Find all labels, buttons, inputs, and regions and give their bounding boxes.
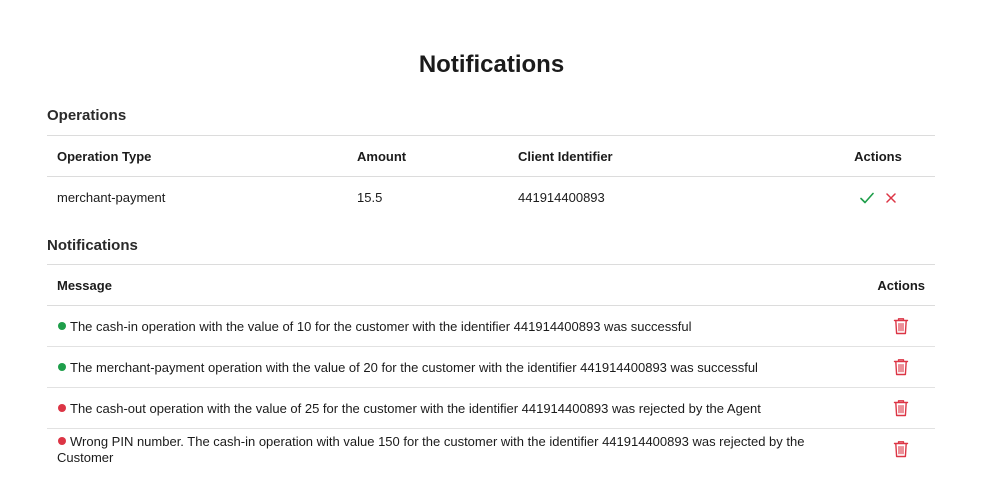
notification-message-cell: The cash-out operation with the value of… — [47, 387, 865, 429]
notification-actions-cell — [865, 387, 935, 429]
notifications-header-row: Message Actions — [47, 264, 935, 306]
column-header-message: Message — [47, 264, 865, 306]
close-icon — [886, 193, 896, 203]
notification-message: Wrong PIN number. The cash-in operation … — [57, 434, 805, 466]
notifications-section-title: Notifications — [47, 237, 138, 254]
reject-button[interactable] — [886, 193, 896, 203]
status-dot-success — [58, 362, 66, 371]
operation-type-cell: merchant-payment — [57, 189, 166, 205]
operation-client-cell: 441914400893 — [518, 189, 605, 205]
notification-row: The cash-out operation with the value of… — [47, 387, 935, 429]
trash-icon — [893, 318, 909, 335]
notification-message: The cash-out operation with the value of… — [70, 401, 761, 417]
status-dot-rejected — [58, 403, 66, 412]
notification-row: Wrong PIN number. The cash-in operation … — [47, 429, 935, 470]
operation-actions-cell — [821, 177, 935, 218]
notification-actions-cell — [865, 305, 935, 347]
notification-message-cell: The cash-in operation with the value of … — [47, 305, 865, 347]
operation-row: merchant-payment 15.5 441914400893 — [47, 177, 935, 218]
notification-message: The merchant-payment operation with the … — [70, 360, 758, 376]
notification-message: The cash-in operation with the value of … — [70, 319, 692, 335]
operation-amount-cell: 15.5 — [357, 189, 383, 205]
column-header-actions: Actions — [821, 135, 935, 177]
delete-notification-button[interactable] — [893, 317, 909, 335]
column-header-operation-type: Operation Type — [47, 135, 347, 177]
delete-notification-button[interactable] — [893, 358, 909, 376]
notification-row: The merchant-payment operation with the … — [47, 346, 935, 388]
column-header-notification-actions: Actions — [865, 264, 935, 306]
check-icon — [860, 192, 874, 204]
trash-icon — [893, 359, 909, 376]
column-header-amount: Amount — [347, 135, 508, 177]
column-header-client-identifier: Client Identifier — [508, 135, 821, 177]
trash-icon — [893, 441, 909, 458]
status-dot-success — [58, 321, 66, 330]
notification-actions-cell — [865, 429, 935, 470]
operations-header-row: Operation Type Amount Client Identifier … — [47, 135, 935, 177]
notification-message-cell: The merchant-payment operation with the … — [47, 346, 865, 388]
page-title: Notifications — [418, 51, 565, 78]
notifications-table: Message Actions The cash-in operation wi… — [47, 264, 935, 469]
notification-message-cell: Wrong PIN number. The cash-in operation … — [47, 429, 865, 470]
trash-icon — [893, 400, 909, 417]
notification-row: The cash-in operation with the value of … — [47, 305, 935, 347]
status-dot-rejected — [58, 436, 66, 445]
operations-section-title: Operations — [47, 107, 127, 124]
notification-actions-cell — [865, 346, 935, 388]
delete-notification-button[interactable] — [893, 440, 909, 458]
delete-notification-button[interactable] — [893, 399, 909, 417]
operations-table: Operation Type Amount Client Identifier … — [47, 135, 935, 217]
approve-button[interactable] — [860, 192, 874, 204]
